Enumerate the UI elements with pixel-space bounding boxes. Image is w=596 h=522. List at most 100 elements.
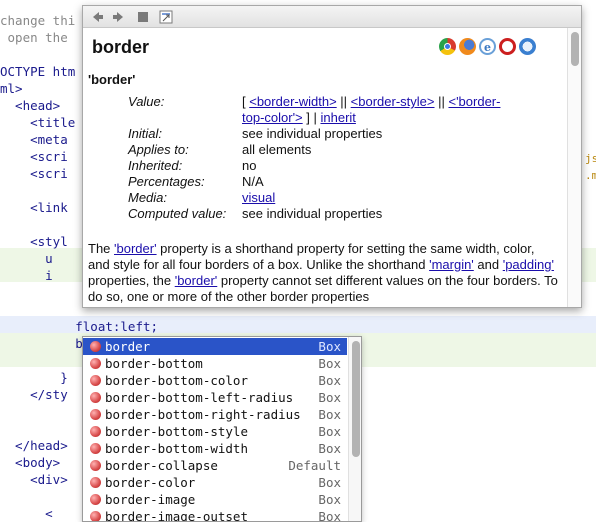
code-line: < bbox=[0, 506, 53, 521]
autocomplete-item-type: Box bbox=[318, 373, 341, 388]
border-style-link[interactable]: <border-style> bbox=[351, 94, 435, 109]
autocomplete-item-type: Default bbox=[288, 458, 341, 473]
autocomplete-item-type: Box bbox=[318, 390, 341, 405]
value-part: || bbox=[434, 94, 449, 109]
autocomplete-item[interactable]: border-bottom-width Box bbox=[83, 440, 347, 457]
css-property-icon bbox=[90, 375, 101, 386]
applies-to-value: all elements bbox=[242, 142, 312, 157]
percentages-value: N/A bbox=[242, 174, 264, 189]
autocomplete-item-label: border bbox=[105, 339, 151, 354]
code-line: float:left; bbox=[0, 319, 159, 334]
css-property-icon bbox=[90, 511, 101, 521]
autocomplete-item-label: border-bottom-style bbox=[105, 424, 248, 439]
padding-link[interactable]: 'padding' bbox=[503, 257, 554, 272]
computed-value-label: Computed value: bbox=[128, 206, 227, 221]
computed-value-value: see individual properties bbox=[242, 206, 383, 221]
value-text-line2: top-color'> ] | inherit bbox=[242, 110, 356, 125]
border-top-color-link[interactable]: <'border- bbox=[448, 94, 500, 109]
border-top-color-link[interactable]: top-color'> bbox=[242, 110, 303, 125]
media-label: Media: bbox=[128, 190, 168, 205]
css-property-icon bbox=[90, 409, 101, 420]
doc-content: border e 'border' Value: [ <border-width… bbox=[83, 28, 567, 307]
css-property-icon bbox=[90, 426, 101, 437]
media-visual-link[interactable]: visual bbox=[242, 190, 275, 205]
desc-text: properties, the bbox=[88, 273, 175, 288]
autocomplete-item[interactable]: border-bottom Box bbox=[83, 355, 347, 372]
doc-title: border bbox=[92, 37, 150, 57]
code-line: <div> bbox=[0, 472, 68, 487]
autocomplete-item-label: border-bottom-left-radius bbox=[105, 390, 294, 405]
code-line: i bbox=[0, 268, 53, 283]
autocomplete-item-label: border-color bbox=[105, 475, 196, 490]
autocomplete-item[interactable]: border-image-outset Box bbox=[83, 508, 347, 521]
autocomplete-item[interactable]: border-bottom-style Box bbox=[83, 423, 347, 440]
forward-arrow-icon[interactable] bbox=[111, 9, 127, 25]
autocomplete-item-type: Box bbox=[318, 407, 341, 422]
border-link[interactable]: 'border' bbox=[175, 273, 218, 288]
autocomplete-scrollbar[interactable] bbox=[348, 337, 361, 521]
autocomplete-scrollbar-thumb[interactable] bbox=[352, 341, 360, 457]
value-part: ] | bbox=[302, 110, 321, 125]
code-line: <head> bbox=[0, 98, 61, 113]
autocomplete-item[interactable]: border-image Box bbox=[83, 491, 347, 508]
doc-scrollbar-thumb[interactable] bbox=[571, 32, 579, 66]
autocomplete-item-type: Box bbox=[318, 424, 341, 439]
autocomplete-item-label: border-collapse bbox=[105, 458, 218, 473]
back-arrow-icon[interactable] bbox=[89, 9, 105, 25]
code-line: <styl bbox=[0, 234, 68, 249]
autocomplete-item-type: Box bbox=[318, 475, 341, 490]
code-line: OCTYPE htm bbox=[0, 64, 76, 79]
code-line: </sty bbox=[0, 387, 68, 402]
margin-link[interactable]: 'margin' bbox=[429, 257, 474, 272]
code-line: <link bbox=[0, 200, 68, 215]
css-property-icon bbox=[90, 392, 101, 403]
autocomplete-item[interactable]: border-bottom-left-radius Box bbox=[83, 389, 347, 406]
autocomplete-item-label: border-image bbox=[105, 492, 196, 507]
code-line: open the bbox=[0, 30, 76, 45]
percentages-label: Percentages: bbox=[128, 174, 205, 189]
autocomplete-item-type: Box bbox=[318, 492, 341, 507]
value-label: Value: bbox=[128, 94, 165, 109]
initial-label: Initial: bbox=[128, 126, 162, 141]
stop-icon[interactable] bbox=[135, 9, 151, 25]
css-property-icon bbox=[90, 494, 101, 505]
css-property-icon bbox=[90, 477, 101, 488]
ie-icon: e bbox=[479, 38, 496, 55]
desc-text: and bbox=[473, 257, 503, 272]
css-property-icon bbox=[90, 358, 101, 369]
code-line: u bbox=[0, 251, 53, 266]
code-line: <meta bbox=[0, 132, 68, 147]
value-part: || bbox=[336, 94, 351, 109]
code-fragment-right: .m bbox=[585, 169, 596, 182]
code-line: <title bbox=[0, 115, 76, 130]
autocomplete-item[interactable]: border Box bbox=[83, 338, 347, 355]
border-width-link[interactable]: <border-width> bbox=[249, 94, 336, 109]
code-line: </head> bbox=[0, 438, 68, 453]
autocomplete-item-type: Box bbox=[318, 356, 341, 371]
autocomplete-item[interactable]: border-bottom-right-radius Box bbox=[83, 406, 347, 423]
autocomplete-item[interactable]: border-color Box bbox=[83, 474, 347, 491]
code-line: change thi bbox=[0, 13, 76, 28]
autocomplete-list[interactable]: border Box border-bottom Box border-bottom-c… bbox=[82, 336, 362, 522]
code-line: } bbox=[0, 370, 68, 385]
autocomplete-item[interactable]: border-bottom-color Box bbox=[83, 372, 347, 389]
initial-value: see individual properties bbox=[242, 126, 383, 141]
property-description: The 'border' property is a shorthand pro… bbox=[88, 241, 558, 305]
firefox-icon bbox=[459, 38, 476, 55]
open-in-browser-icon[interactable] bbox=[158, 9, 174, 25]
autocomplete-item[interactable]: border-collapse Default bbox=[83, 457, 347, 474]
inherit-link[interactable]: inherit bbox=[320, 110, 355, 125]
css-property-icon bbox=[90, 341, 101, 352]
applies-to-label: Applies to: bbox=[128, 142, 189, 157]
css-property-icon bbox=[90, 460, 101, 471]
autocomplete-item-label: border-bottom-color bbox=[105, 373, 248, 388]
doc-scrollbar[interactable] bbox=[567, 28, 581, 307]
border-link[interactable]: 'border' bbox=[114, 241, 157, 256]
inherited-value: no bbox=[242, 158, 257, 173]
value-text: [ <border-width> || <border-style> || <'… bbox=[242, 94, 500, 109]
desc-text: The bbox=[88, 241, 115, 256]
autocomplete-item-label: border-bottom bbox=[105, 356, 203, 371]
css-property-icon bbox=[90, 443, 101, 454]
autocomplete-item-type: Box bbox=[318, 339, 341, 354]
opera-icon bbox=[499, 38, 516, 55]
